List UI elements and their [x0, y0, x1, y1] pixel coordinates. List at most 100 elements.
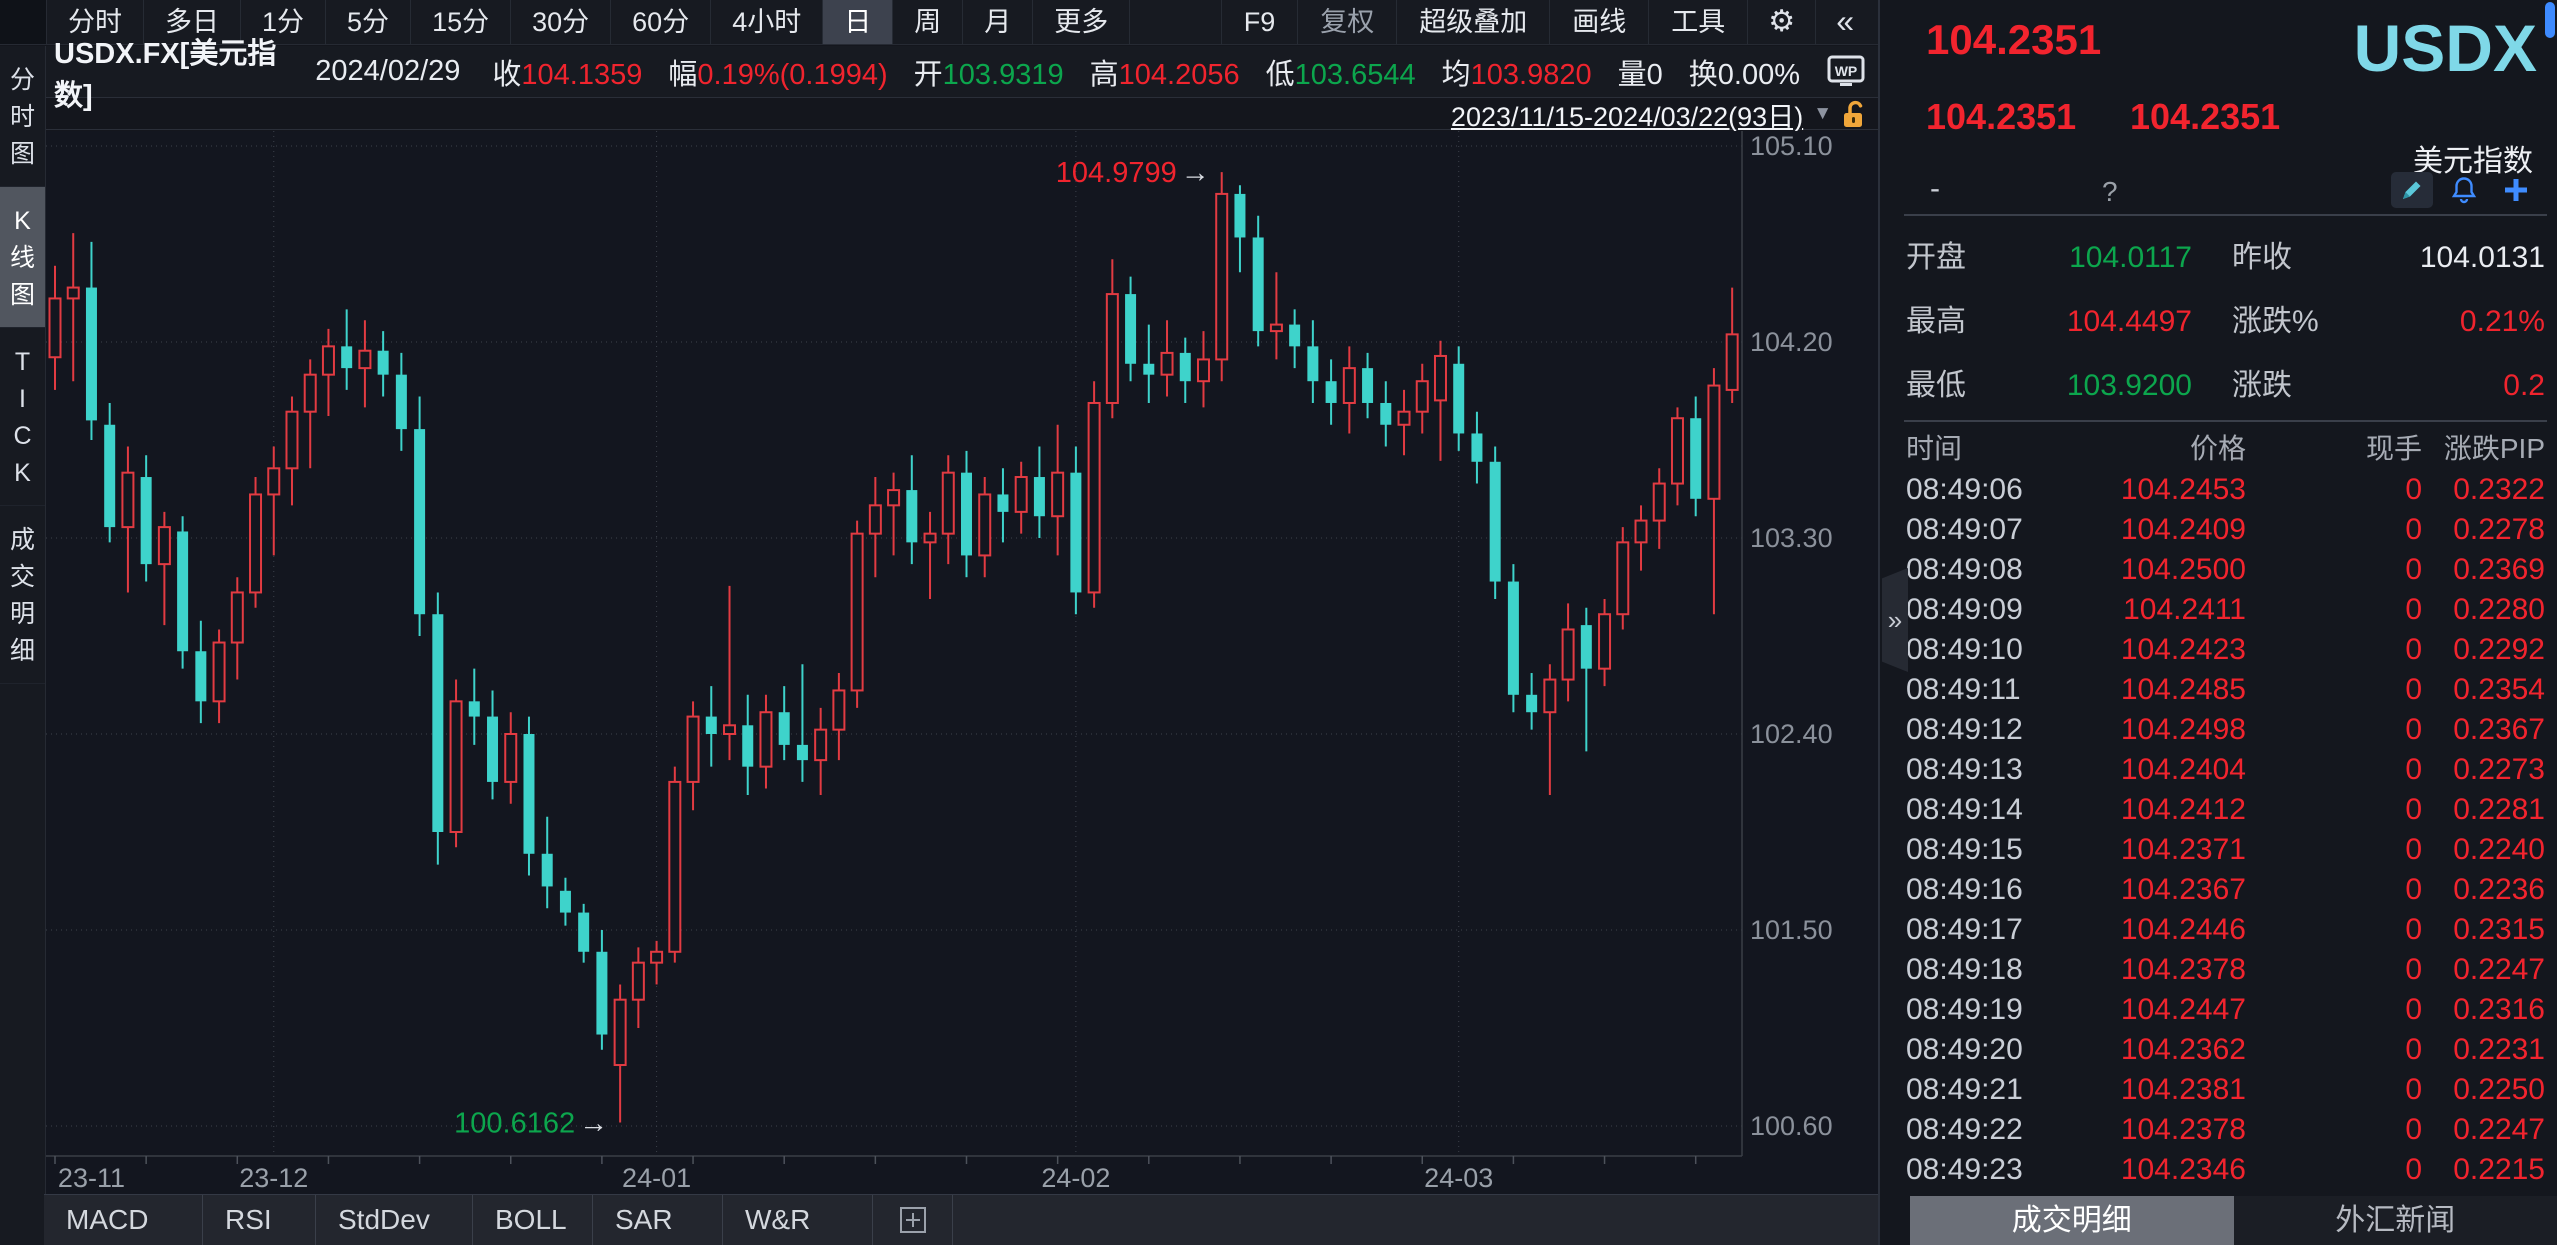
candle-body: [979, 494, 990, 555]
panel-tab-成交明细[interactable]: 成交明细: [1910, 1196, 2234, 1245]
x-axis-label: 24-03: [1424, 1163, 1493, 1193]
period-tab-日[interactable]: 日: [823, 0, 893, 44]
candle-body: [451, 701, 462, 832]
candle-body: [852, 534, 863, 691]
candle-body: [651, 952, 662, 963]
period-tab-5分[interactable]: 5分: [326, 0, 411, 44]
candle-body: [141, 477, 152, 564]
help-question-mark[interactable]: ?: [2102, 176, 2118, 208]
quote-field-均: 均103.9820: [1442, 51, 1592, 93]
period-tab-15分[interactable]: 15分: [411, 0, 511, 44]
quote-field-幅: 幅0.19%(0.1994): [668, 51, 887, 93]
candle-body: [50, 298, 61, 357]
quote-field-量: 量0: [1618, 51, 1663, 93]
bid-price: 104.2351: [1926, 96, 2076, 138]
candle-body: [615, 1000, 626, 1065]
candle-body: [943, 473, 954, 534]
indicator-tab-bar: MACDRSIStdDevBOLLSARW&R: [44, 1194, 1878, 1245]
y-axis-label: 105.10: [1750, 131, 1833, 161]
candle-body: [1581, 625, 1592, 669]
panel-collapse-handle[interactable]: »: [1882, 568, 1908, 672]
add-to-watchlist-icon[interactable]: [2495, 172, 2537, 208]
collapse-panel-icon[interactable]: «: [1815, 0, 1878, 44]
indicator-tab-StdDev[interactable]: StdDev: [316, 1195, 473, 1245]
divider: [1904, 214, 2547, 216]
toolbar-button-画线[interactable]: 画线: [1549, 0, 1648, 44]
sidebar-item-TICK[interactable]: TICK: [0, 328, 45, 506]
range-dropdown-caret[interactable]: ▼: [1813, 103, 1832, 125]
tick-row: 08:49:18104.237800.2247: [1880, 950, 2557, 990]
alert-bell-icon[interactable]: [2443, 172, 2485, 208]
tick-row: 08:49:06104.245300.2322: [1880, 470, 2557, 510]
tick-row: 08:49:23104.234600.2215: [1880, 1150, 2557, 1190]
edit-pencil-icon[interactable]: [2391, 172, 2433, 208]
candle-body: [925, 534, 936, 543]
candle-body: [1198, 359, 1209, 381]
period-tab-周[interactable]: 周: [893, 0, 963, 44]
y-axis-label: 102.40: [1750, 719, 1833, 749]
indicator-tab-SAR[interactable]: SAR: [593, 1195, 723, 1245]
candle-body: [906, 490, 917, 542]
quote-fields: 收104.1359幅0.19%(0.1994)开103.9319高104.205…: [492, 51, 1826, 93]
annotation-100.6162: 100.6162→: [454, 1107, 608, 1139]
period-tab-月[interactable]: 月: [963, 0, 1033, 44]
candle-body: [833, 690, 844, 729]
y-axis-label: 103.30: [1750, 523, 1833, 553]
candle-body: [888, 490, 899, 505]
date-range-selector[interactable]: 2023/11/15-2024/03/22(93日): [1451, 95, 1803, 134]
unlock-icon[interactable]: [1842, 99, 1868, 129]
quote-field-高: 高104.2056: [1090, 51, 1240, 93]
period-tab-更多[interactable]: 更多: [1033, 0, 1130, 44]
candle-body: [724, 725, 735, 734]
period-tab-30分[interactable]: 30分: [511, 0, 611, 44]
candle-body: [1034, 477, 1045, 516]
x-axis-label: 24-02: [1041, 1163, 1110, 1193]
panel-tab-外汇新闻[interactable]: 外汇新闻: [2234, 1196, 2557, 1245]
sidebar-item-分时图[interactable]: 分时图: [0, 46, 45, 187]
stats-row-开盘: 开盘104.0117昨收104.0131: [1880, 236, 2557, 280]
toolbar-button-工具[interactable]: 工具: [1648, 0, 1747, 44]
toolbar-button-复权[interactable]: 复权: [1297, 0, 1396, 44]
candle-body: [305, 375, 316, 412]
candle-body: [195, 651, 206, 701]
indicator-tab-W&R[interactable]: W&R: [723, 1195, 873, 1245]
wp-monitor-icon[interactable]: WP: [1826, 54, 1866, 90]
panel-action-icons: [2391, 172, 2537, 208]
sidebar-item-成交明细[interactable]: 成交明细: [0, 506, 45, 684]
add-indicator-button[interactable]: [873, 1195, 953, 1245]
y-axis-label: 104.20: [1750, 327, 1833, 357]
candle-body: [505, 734, 516, 782]
plus-square-icon: [899, 1206, 927, 1234]
settings-gear-icon[interactable]: ⚙: [1747, 0, 1815, 44]
quote-field-收: 收104.1359: [492, 51, 642, 93]
candle-body: [1636, 521, 1647, 543]
candlestick-chart[interactable]: 105.10104.20103.30102.40101.50100.6023-1…: [46, 131, 1878, 1196]
quote-panel: 104.2351 USDX 104.2351 104.2351 美元指数 - ?: [1878, 0, 2557, 1245]
candle-body: [1435, 356, 1446, 400]
left-sidebar: 分时图K线图TICK成交明细: [0, 46, 46, 1245]
sidebar-item-K线图[interactable]: K线图: [0, 187, 45, 328]
indicator-tab-BOLL[interactable]: BOLL: [473, 1195, 593, 1245]
tick-row: 08:49:15104.237100.2240: [1880, 830, 2557, 870]
candle-body: [432, 614, 443, 832]
candle-body: [286, 412, 297, 469]
candle-body: [633, 963, 644, 1000]
period-tab-60分[interactable]: 60分: [611, 0, 711, 44]
tick-table-header: 时间 价格 现手 涨跌PIP: [1880, 430, 2557, 468]
indicator-tab-RSI[interactable]: RSI: [203, 1195, 316, 1245]
toolbar-button-超级叠加[interactable]: 超级叠加: [1396, 0, 1549, 44]
scrollbar-thumb[interactable]: [2545, 2, 2555, 38]
last-price: 104.2351: [1926, 16, 2101, 64]
x-axis-label: 23-11: [58, 1163, 125, 1193]
svg-text:WP: WP: [1835, 63, 1858, 79]
toolbar-button-F9[interactable]: F9: [1221, 0, 1298, 44]
tick-row: 08:49:16104.236700.2236: [1880, 870, 2557, 910]
candle-body: [359, 351, 370, 368]
candle-body: [1544, 680, 1555, 713]
indicator-tab-MACD[interactable]: MACD: [44, 1195, 203, 1245]
stats-row-最高: 最高104.4497涨跌%0.21%: [1880, 300, 2557, 344]
candle-body: [1326, 381, 1337, 403]
y-axis-label: 101.50: [1750, 915, 1833, 945]
candle-body: [1599, 614, 1610, 668]
period-tab-4小时[interactable]: 4小时: [711, 0, 823, 44]
